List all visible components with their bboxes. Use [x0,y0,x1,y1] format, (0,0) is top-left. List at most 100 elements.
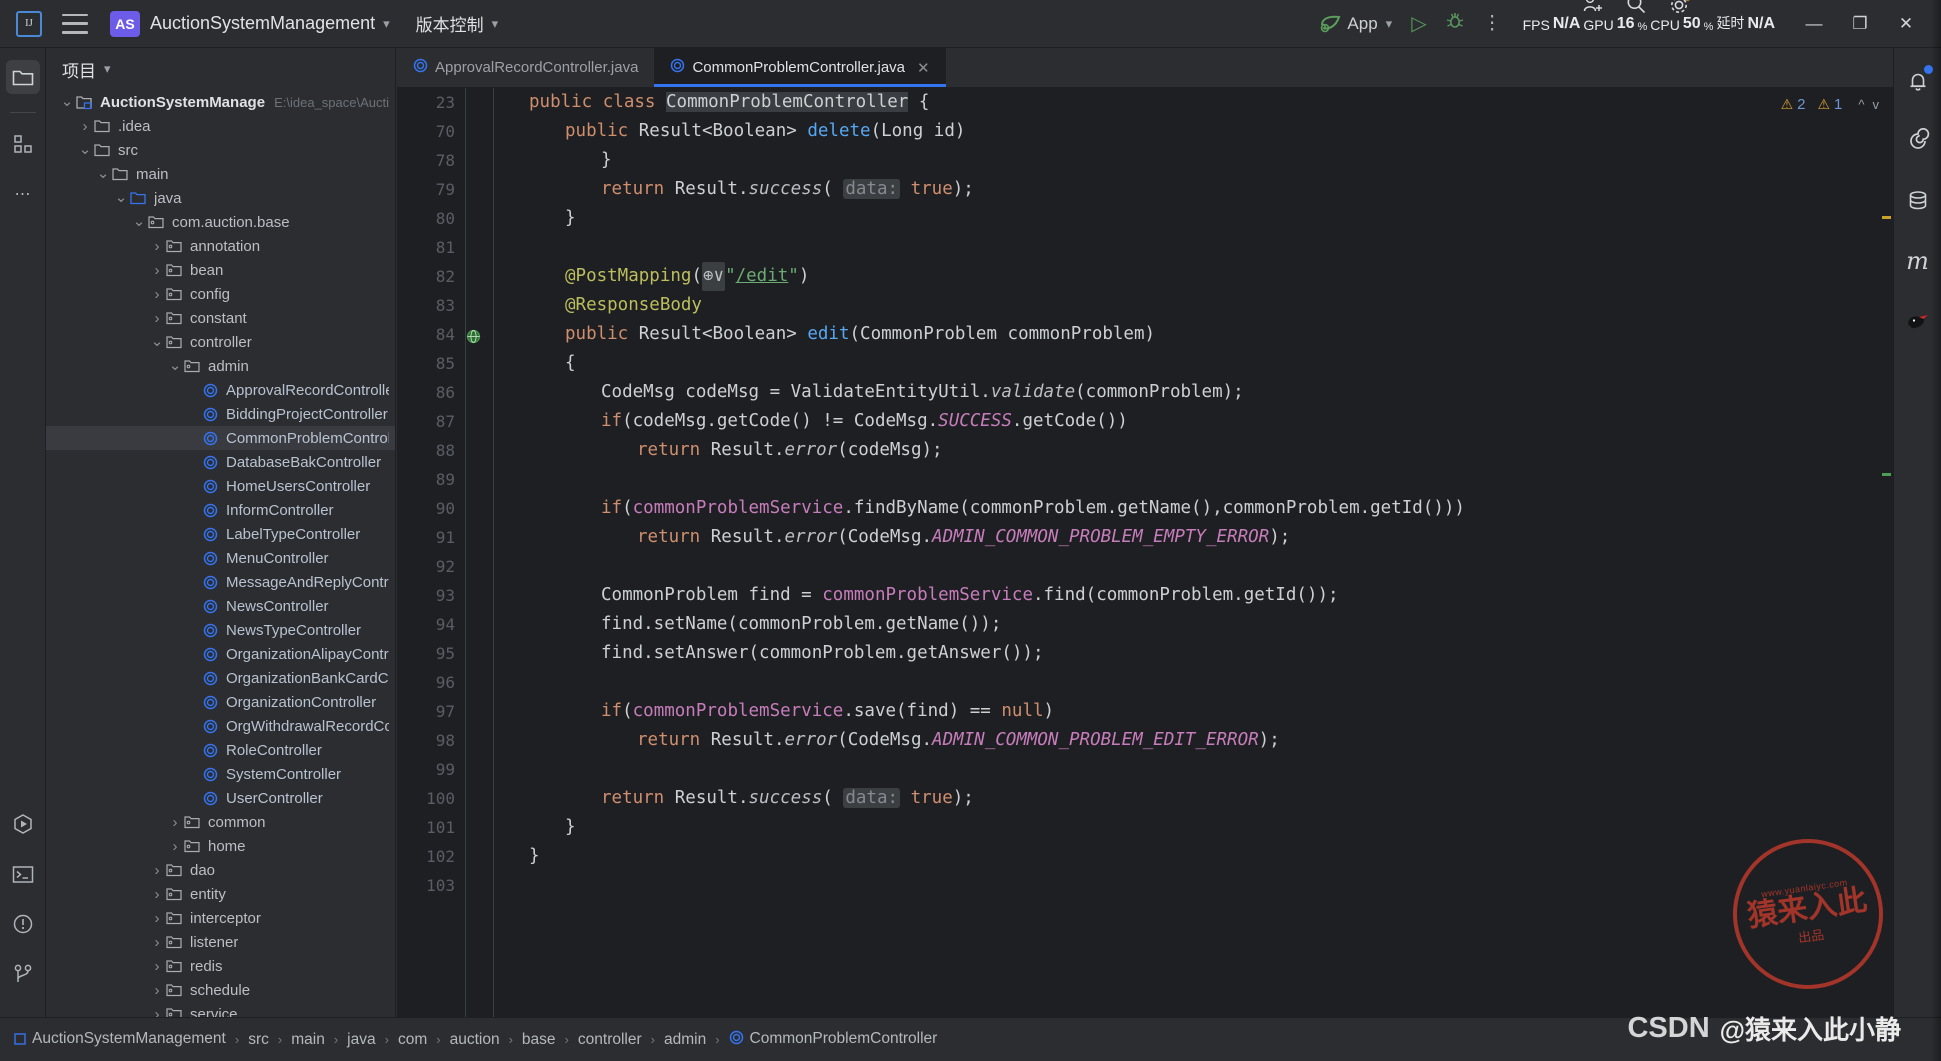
crumb-controller[interactable]: controller [578,1031,642,1049]
code-viewport[interactable]: 23 public class CommonProblemController {… [397,88,1893,1017]
fold-region[interactable] [465,117,493,146]
breadcrumb[interactable]: AuctionSystemManagement › src › main › java › co… [14,1030,937,1050]
inspection-widget[interactable]: ⚠ 2 ⚠ 1 ^ v [1781,96,1879,113]
code-line[interactable]: 85 { [397,349,1893,378]
tab-common-problem-controller[interactable]: CommonProblemController.java ✕ [654,48,946,87]
tree-node-biddingprojectcontroller[interactable]: BiddingProjectController [46,402,395,426]
tree-node-constant[interactable]: › constant [46,306,395,330]
fold-region[interactable] [465,726,493,755]
project-chevron-down-icon[interactable]: ▾ [383,16,390,32]
maximize-button[interactable]: ❐ [1837,0,1883,48]
code-line[interactable]: 91 return Result.error(CodeMsg.ADMIN_COMM… [397,523,1893,552]
crumb-com[interactable]: com [398,1031,427,1049]
chevron-right-icon[interactable]: › [150,934,164,951]
fold-region[interactable] [465,146,493,175]
tree-node-newscontroller[interactable]: NewsController [46,594,395,618]
fold-region[interactable] [465,842,493,871]
tree-node-orgwithdrawalrecordcontroller[interactable]: OrgWithdrawalRecordController [46,714,395,738]
minimize-button[interactable]: — [1791,0,1837,48]
code-line[interactable]: 79 return Result.success( data: true); [397,175,1893,204]
search-icon[interactable] [1625,0,1647,15]
chevron-down-icon[interactable]: ⌄ [114,190,128,205]
code-line[interactable]: 90 if(commonProblemService.findByName(com… [397,494,1893,523]
crumb-base[interactable]: base [522,1031,556,1049]
fold-region[interactable] [465,378,493,407]
chevron-right-icon[interactable]: › [168,814,182,831]
code-line[interactable]: 70 public Result<Boolean> delete(Long id) [397,117,1893,146]
code-line[interactable]: 89 [397,465,1893,494]
project-panel-chevron-down-icon[interactable]: ▾ [104,61,111,77]
fold-region[interactable] [465,639,493,668]
code-line[interactable]: 81 [397,233,1893,262]
tree-node-organizationbankcardcontroller[interactable]: OrganizationBankCardController [46,666,395,690]
code-line[interactable]: 83 @ResponseBody [397,291,1893,320]
terminal-tool-icon[interactable] [6,857,40,891]
tree-node-usercontroller[interactable]: UserController [46,786,395,810]
tab-approval-record-controller[interactable]: ApprovalRecordController.java [397,48,654,87]
run-config-chevron-down-icon[interactable]: ▾ [1386,16,1393,32]
chevron-down-icon[interactable]: ⌄ [96,166,110,181]
project-badge[interactable]: AS [110,10,140,37]
fold-region[interactable] [465,610,493,639]
tree-node-config[interactable]: › config [46,282,395,306]
vcs-label[interactable]: 版本控制 [416,11,484,36]
code-line[interactable]: 23 public class CommonProblemController { [397,88,1893,117]
code-line[interactable]: 96 [397,668,1893,697]
code-line[interactable]: 95 find.setAnswer(commonProblem.getAnswer… [397,639,1893,668]
chevron-right-icon[interactable]: › [150,286,164,303]
code-line[interactable]: 92 [397,552,1893,581]
chevron-right-icon[interactable]: › [168,838,182,855]
tree-node--idea[interactable]: › .idea [46,114,395,138]
code-line[interactable]: 101} [397,813,1893,842]
code-line[interactable]: 86 CodeMsg codeMsg = ValidateEntityUtil.v… [397,378,1893,407]
tree-node-annotation[interactable]: › annotation [46,234,395,258]
version-control-tool-icon[interactable] [6,957,40,991]
chevron-right-icon[interactable]: › [150,1006,164,1018]
tree-node-auctionsystemmanagement[interactable]: ⌄ AuctionSystemManagement E:\idea_space\Au… [46,90,395,114]
fold-region[interactable] [465,697,493,726]
vcs-chevron-down-icon[interactable]: ▾ [492,16,499,32]
fold-region[interactable] [465,871,493,900]
code-line[interactable]: 82 @PostMapping(⊕∨"/edit") [397,262,1893,291]
chevron-right-icon[interactable]: › [150,862,164,879]
more-options-icon[interactable]: ⋮ [1483,12,1502,35]
chevron-right-icon[interactable]: › [150,886,164,903]
tree-node-menucontroller[interactable]: MenuController [46,546,395,570]
structure-tool-icon[interactable] [6,127,40,161]
tree-node-src[interactable]: ⌄ src [46,138,395,162]
crumb-admin[interactable]: admin [664,1031,706,1049]
fold-region[interactable] [465,291,493,320]
run-configuration-selector[interactable]: App ▾ [1319,14,1392,34]
chevron-right-icon[interactable]: › [150,958,164,975]
project-tree[interactable]: ⌄ AuctionSystemManagement E:\idea_space\Au… [46,90,395,1017]
chevron-right-icon[interactable]: › [150,982,164,999]
run-tool-icon[interactable] [6,807,40,841]
code-line[interactable]: 100 return Result.success( data: true); [397,784,1893,813]
chevron-right-icon[interactable]: › [150,262,164,279]
add-account-icon[interactable] [1581,0,1603,15]
tree-node-homeuserscontroller[interactable]: HomeUsersController [46,474,395,498]
tree-node-approvalrecordcontroller[interactable]: ApprovalRecordController [46,378,395,402]
code-line[interactable]: 87 if(codeMsg.getCode() != CodeMsg.SUCCES… [397,407,1893,436]
code-line[interactable]: 84 public Result<Boolean> edit(CommonProb… [397,320,1893,349]
close-tab-icon[interactable]: ✕ [917,59,930,77]
tree-node-labeltypecontroller[interactable]: LabelTypeController [46,522,395,546]
fold-region[interactable] [465,552,493,581]
hamburger-icon[interactable] [62,13,88,34]
crumb-auction[interactable]: auction [450,1031,500,1049]
chevron-down-icon[interactable]: ⌄ [168,358,182,373]
chevron-right-icon[interactable]: › [150,310,164,327]
code-line[interactable]: 103 [397,871,1893,900]
editor-marker-bar[interactable] [1879,88,1893,1017]
fold-region[interactable] [465,668,493,697]
previous-problem-icon[interactable]: ^ [1858,97,1864,112]
fold-region[interactable] [465,755,493,784]
crumb-src[interactable]: src [248,1031,269,1049]
tree-node-main[interactable]: ⌄ main [46,162,395,186]
more-tool-windows-icon[interactable]: ⋯ [6,177,40,211]
tree-node-informcontroller[interactable]: InformController [46,498,395,522]
tree-node-schedule[interactable]: › schedule [46,978,395,1002]
chevron-right-icon[interactable]: › [78,118,92,135]
tree-node-interceptor[interactable]: › interceptor [46,906,395,930]
tree-node-organizationcontroller[interactable]: OrganizationController [46,690,395,714]
